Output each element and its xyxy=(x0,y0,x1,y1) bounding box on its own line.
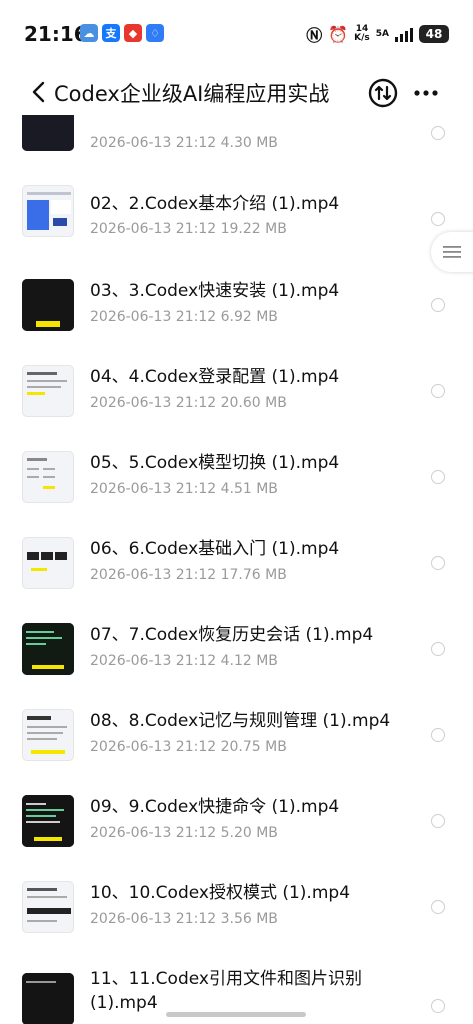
file-list: 2026-06-13 21:12 4.30 MB 02、2.Codex基本介绍 … xyxy=(0,115,473,1024)
select-radio[interactable] xyxy=(431,900,445,914)
file-name: 02、2.Codex基本介绍 (1).mp4 xyxy=(90,194,340,214)
alarm-icon: ⏰ xyxy=(328,24,349,44)
select-radio[interactable] xyxy=(431,470,445,484)
select-radio[interactable] xyxy=(431,298,445,312)
video-thumbnail xyxy=(22,623,74,675)
file-meta: 2026-06-13 21:12 17.76 MB xyxy=(90,567,287,583)
video-thumbnail xyxy=(22,115,74,151)
list-item[interactable]: 04、4.Codex登录配置 (1).mp4 2026-06-13 21:12 … xyxy=(0,345,473,431)
select-radio[interactable] xyxy=(431,728,445,742)
video-thumbnail xyxy=(22,881,74,933)
select-radio[interactable] xyxy=(431,999,445,1013)
list-item[interactable]: 09、9.Codex快捷命令 (1).mp4 2026-06-13 21:12 … xyxy=(0,775,473,861)
page-title: Codex企业级AI编程应用实战 xyxy=(54,82,330,106)
list-item[interactable]: 2026-06-13 21:12 4.30 MB xyxy=(0,115,473,173)
video-thumbnail xyxy=(22,795,74,847)
select-radio[interactable] xyxy=(431,126,445,140)
menu-lines-icon xyxy=(443,246,461,258)
nfc-icon: Ⓝ xyxy=(306,26,323,45)
alipay-icon: 支 xyxy=(102,24,120,42)
status-time: 21:16 xyxy=(24,22,88,46)
select-radio[interactable] xyxy=(431,212,445,226)
file-name: 06、6.Codex基础入门 (1).mp4 xyxy=(90,539,340,559)
file-name: 09、9.Codex快捷命令 (1).mp4 xyxy=(90,797,340,817)
video-thumbnail xyxy=(22,279,74,331)
file-meta: 2026-06-13 21:12 4.51 MB xyxy=(90,481,278,497)
select-radio[interactable] xyxy=(431,814,445,828)
chevron-left-icon[interactable] xyxy=(28,80,50,104)
file-meta: 2026-06-13 21:12 20.75 MB xyxy=(90,739,287,755)
video-thumbnail xyxy=(22,973,74,1024)
battery-icon: 48 xyxy=(419,25,449,43)
video-thumbnail xyxy=(22,365,74,417)
signal-icon xyxy=(395,26,413,42)
status-app-icons: ☁ 支 ◆ ♢ xyxy=(80,24,164,42)
status-indicators: Ⓝ ⏰ 14 K/s 5A 48 xyxy=(306,22,449,46)
sort-arrows-icon[interactable] xyxy=(368,78,398,108)
list-item[interactable]: 08、8.Codex记忆与规则管理 (1).mp4 2026-06-13 21:… xyxy=(0,689,473,775)
app-icon: ◆ xyxy=(124,24,142,42)
network-speed: 14 K/s xyxy=(354,24,370,43)
file-meta: 2026-06-13 21:12 19.22 MB xyxy=(90,221,287,237)
file-name: 07、7.Codex恢复历史会话 (1).mp4 xyxy=(90,625,374,645)
file-name: 08、8.Codex记忆与规则管理 (1).mp4 xyxy=(90,711,391,731)
select-radio[interactable] xyxy=(431,556,445,570)
file-name: 04、4.Codex登录配置 (1).mp4 xyxy=(90,367,340,387)
file-meta: 2026-06-13 21:12 4.30 MB xyxy=(90,135,278,151)
network-type: 5A xyxy=(375,28,389,39)
file-meta: 2026-06-13 21:12 4.12 MB xyxy=(90,653,278,669)
list-item[interactable]: 02、2.Codex基本介绍 (1).mp4 2026-06-13 21:12 … xyxy=(0,173,473,259)
home-indicator[interactable] xyxy=(166,1012,306,1017)
list-item[interactable]: 10、10.Codex授权模式 (1).mp4 2026-06-13 21:12… xyxy=(0,861,473,947)
file-browser-screen: 21:16 ☁ 支 ◆ ♢ Ⓝ ⏰ 14 K/s 5A 48 Codex企业级A… xyxy=(0,0,473,1024)
file-meta: 2026-06-13 21:12 20.60 MB xyxy=(90,395,287,411)
side-drawer-handle[interactable] xyxy=(431,232,473,272)
lightbulb-icon: ♢ xyxy=(146,24,164,42)
select-radio[interactable] xyxy=(431,642,445,656)
file-name: 03、3.Codex快速安装 (1).mp4 xyxy=(90,281,340,301)
video-thumbnail xyxy=(22,451,74,503)
list-item[interactable]: 05、5.Codex模型切换 (1).mp4 2026-06-13 21:12 … xyxy=(0,431,473,517)
file-name: 11、11.Codex引用文件和图片识别 (1).mp4 xyxy=(90,969,362,1013)
video-thumbnail xyxy=(22,537,74,589)
file-meta: 2026-06-13 21:12 5.20 MB xyxy=(90,825,278,841)
list-item[interactable]: 06、6.Codex基础入门 (1).mp4 2026-06-13 21:12 … xyxy=(0,517,473,603)
file-name: 05、5.Codex模型切换 (1).mp4 xyxy=(90,453,340,473)
file-meta: 2026-06-13 21:12 6.92 MB xyxy=(90,309,278,325)
status-bar: 21:16 ☁ 支 ◆ ♢ Ⓝ ⏰ 14 K/s 5A 48 xyxy=(0,0,473,64)
file-meta: 2026-06-13 21:12 3.56 MB xyxy=(90,911,278,927)
video-thumbnail xyxy=(22,709,74,761)
more-dots-icon[interactable] xyxy=(413,84,439,102)
list-item[interactable]: 07、7.Codex恢复历史会话 (1).mp4 2026-06-13 21:1… xyxy=(0,603,473,689)
video-thumbnail xyxy=(22,185,74,237)
list-item[interactable]: 03、3.Codex快速安装 (1).mp4 2026-06-13 21:12 … xyxy=(0,259,473,345)
file-name: 10、10.Codex授权模式 (1).mp4 xyxy=(90,883,351,903)
top-app-bar: Codex企业级AI编程应用实战 xyxy=(0,64,473,120)
weather-icon: ☁ xyxy=(80,24,98,42)
select-radio[interactable] xyxy=(431,384,445,398)
